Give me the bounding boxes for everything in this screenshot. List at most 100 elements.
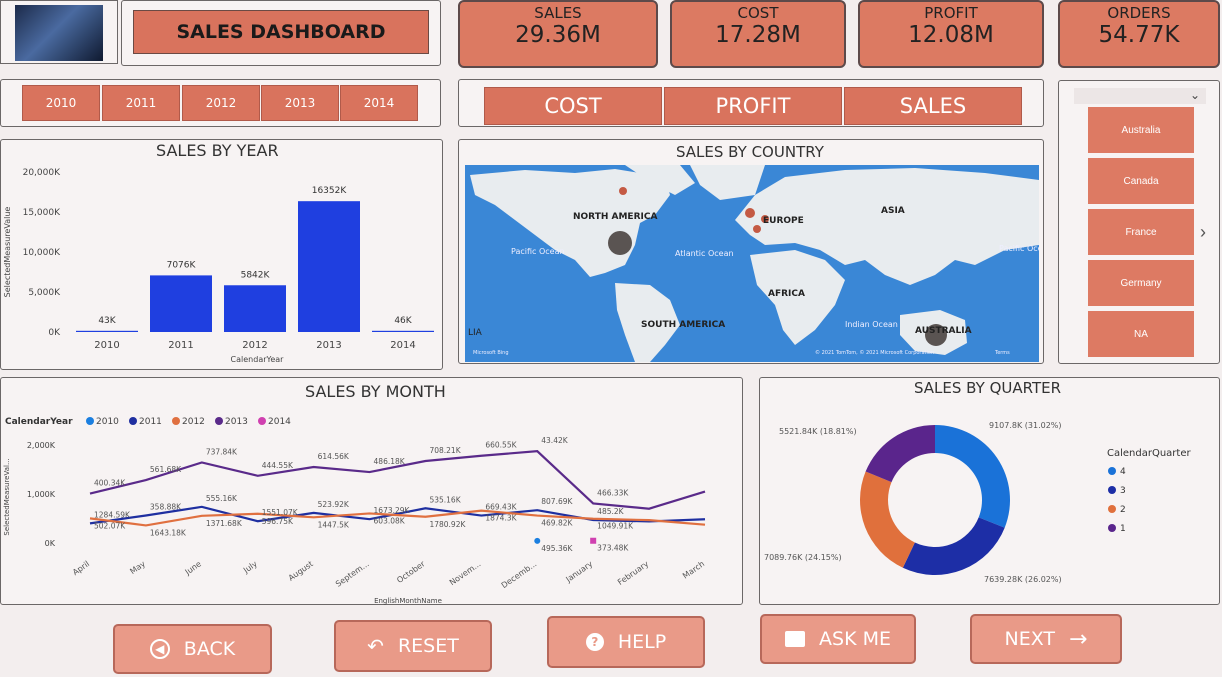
year-button-2010[interactable]: 2010 bbox=[22, 85, 100, 121]
x-tick-label: May bbox=[128, 559, 147, 576]
data-label: 485.2K bbox=[597, 507, 624, 516]
sales-by-country-title: SALES BY COUNTRY bbox=[676, 143, 824, 161]
data-label: 708.21K bbox=[429, 446, 461, 455]
sales-by-quarter-title: SALES BY QUARTER bbox=[914, 379, 1062, 397]
map-label-australia: AUSTRALIA bbox=[915, 326, 972, 336]
chevron-right-icon[interactable]: › bbox=[1200, 222, 1206, 243]
x-tick-label: 2013 bbox=[316, 340, 341, 351]
legend-marker bbox=[1108, 467, 1116, 475]
world-map[interactable]: NORTH AMERICA EUROPE ASIA AFRICA SOUTH A… bbox=[465, 165, 1039, 362]
country-item-france[interactable]: France bbox=[1088, 209, 1194, 255]
ask-me-button[interactable]: ASK ME bbox=[760, 614, 916, 664]
x-tick-label: August bbox=[287, 559, 315, 582]
bubble-uk bbox=[745, 208, 755, 218]
x-tick-label: June bbox=[183, 559, 203, 577]
measure-button-sales[interactable]: SALES bbox=[844, 87, 1022, 125]
data-label: 1874.3K bbox=[485, 514, 517, 523]
y-tick-label: 2,000K bbox=[27, 441, 56, 450]
data-label: 807.69K bbox=[541, 497, 573, 506]
reset-icon: ↶ bbox=[367, 634, 384, 658]
data-label: 1643.18K bbox=[150, 528, 187, 537]
legend-label: 2011 bbox=[139, 417, 162, 427]
year-button-2011[interactable]: 2011 bbox=[102, 85, 180, 121]
bar bbox=[76, 330, 138, 332]
chevron-down-icon[interactable]: ⌄ bbox=[1190, 88, 1200, 102]
reset-button[interactable]: ↶ RESET bbox=[334, 620, 492, 672]
data-label: 535.16K bbox=[429, 495, 461, 504]
kpi-orders-value: 54.77K bbox=[1098, 22, 1180, 48]
map-label-pacific-west: Pacific Ocean bbox=[511, 247, 565, 256]
legend-label: 2010 bbox=[96, 417, 119, 427]
legend-title: CalendarYear bbox=[5, 417, 73, 427]
country-item-germany[interactable]: Germany bbox=[1088, 260, 1194, 306]
legend-marker bbox=[129, 417, 137, 425]
year-button-2013[interactable]: 2013 bbox=[261, 85, 339, 121]
next-button[interactable]: NEXT → bbox=[970, 614, 1122, 664]
donut-slice bbox=[865, 425, 935, 483]
back-button[interactable]: ◀ BACK bbox=[113, 624, 272, 674]
data-label: 400.34K bbox=[94, 479, 126, 488]
bar bbox=[224, 285, 286, 332]
help-icon: ? bbox=[585, 633, 604, 651]
legend-label: 2014 bbox=[268, 417, 291, 427]
kpi-cost-value: 17.28M bbox=[715, 22, 801, 48]
bar-value-label: 16352K bbox=[312, 186, 348, 196]
country-item-canada[interactable]: Canada bbox=[1088, 158, 1194, 204]
sales-by-month-title: SALES BY MONTH bbox=[305, 382, 446, 401]
slice-label: 9107.8K (31.02%) bbox=[989, 421, 1062, 430]
data-label: 1551.07K bbox=[262, 508, 299, 517]
x-tick-label: 2011 bbox=[168, 340, 193, 351]
next-label: NEXT bbox=[1004, 628, 1056, 650]
back-label: BACK bbox=[183, 638, 236, 660]
measure-button-profit[interactable]: PROFIT bbox=[664, 87, 842, 125]
legend-label: 1 bbox=[1120, 524, 1126, 534]
data-label: 43.42K bbox=[541, 436, 568, 445]
year-button-2014[interactable]: 2014 bbox=[340, 85, 418, 121]
map-terms-link[interactable]: Terms bbox=[994, 350, 1010, 356]
country-item-na[interactable]: NA bbox=[1088, 311, 1194, 357]
reset-label: RESET bbox=[397, 635, 459, 657]
back-icon: ◀ bbox=[149, 639, 170, 659]
data-label: 358.88K bbox=[150, 502, 182, 511]
bar bbox=[150, 275, 212, 332]
map-credit: Microsoft Bing bbox=[473, 350, 509, 356]
x-tick-label: Novem... bbox=[448, 559, 483, 587]
map-label-lia: LIA bbox=[468, 328, 483, 338]
legend-marker bbox=[215, 417, 223, 425]
map-label-atlantic: Atlantic Ocean bbox=[675, 249, 734, 258]
legend-label: 2013 bbox=[225, 417, 248, 427]
map-copyright: © 2021 TomTom, © 2021 Microsoft Corporat… bbox=[815, 349, 934, 356]
data-label: 561.68K bbox=[150, 465, 182, 474]
bar-value-label: 5842K bbox=[241, 270, 271, 280]
data-label: 614.56K bbox=[318, 452, 350, 461]
bubble-canada bbox=[619, 187, 627, 195]
map-label-north-america: NORTH AMERICA bbox=[573, 212, 657, 222]
data-label: 495.36K bbox=[541, 544, 573, 553]
sales-by-quarter-chart: 9107.8K (31.02%) 7639.28K (26.02%) 7089.76… bbox=[764, 421, 1191, 584]
country-item-australia[interactable]: Australia bbox=[1088, 107, 1194, 153]
y-tick-label: 5,000K bbox=[28, 288, 61, 298]
y-tick-label: 20,000K bbox=[23, 168, 61, 178]
measure-button-cost[interactable]: COST bbox=[484, 87, 662, 125]
kpi-orders: ORDERS 54.77K bbox=[1058, 0, 1220, 68]
data-label: 603.08K bbox=[374, 516, 406, 525]
kpi-cost: COST 17.28M bbox=[670, 0, 846, 68]
kpi-orders-label: ORDERS bbox=[1107, 4, 1171, 22]
donut-slice bbox=[902, 517, 1005, 575]
kpi-profit-label: PROFIT bbox=[924, 4, 978, 22]
country-slicer-dropdown[interactable] bbox=[1074, 88, 1206, 104]
kpi-profit-value: 12.08M bbox=[908, 22, 994, 48]
donut-slice bbox=[860, 471, 915, 568]
dashboard-title: SALES DASHBOARD bbox=[133, 10, 429, 54]
data-label: 444.55K bbox=[262, 461, 294, 470]
year-button-2012[interactable]: 2012 bbox=[182, 85, 260, 121]
help-button[interactable]: ? HELP bbox=[547, 616, 705, 668]
bubble-france bbox=[753, 225, 761, 233]
data-label: 466.33K bbox=[597, 488, 629, 497]
y-tick-label: 10,000K bbox=[23, 248, 61, 258]
data-label: 469.82K bbox=[541, 519, 573, 528]
sales-by-year-title: SALES BY YEAR bbox=[156, 141, 279, 160]
map-label-asia: ASIA bbox=[881, 206, 905, 216]
data-label: 596.75K bbox=[262, 517, 294, 526]
y-axis-label: SelectedMeasureVal... bbox=[3, 458, 11, 535]
